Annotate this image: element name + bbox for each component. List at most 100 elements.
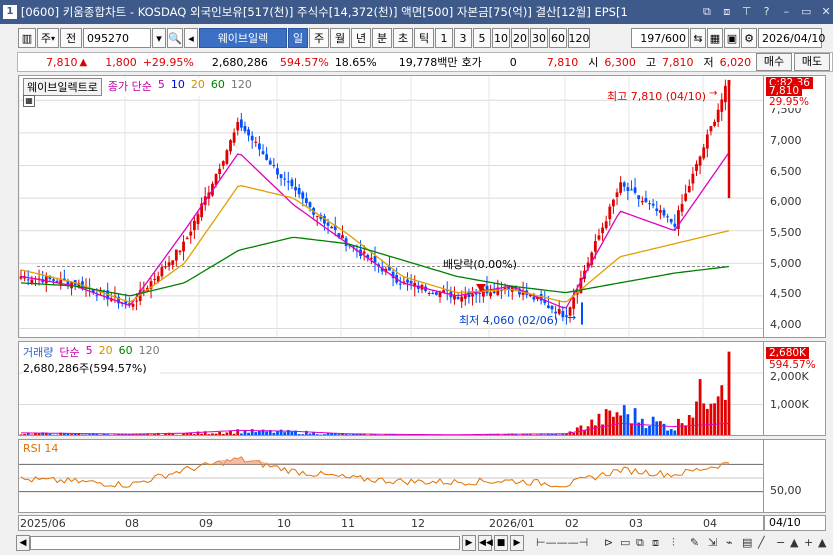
stock-name-button[interactable]: 웨이브일렉 [199,28,287,48]
rsi-panel[interactable]: RSI 14 [18,439,764,513]
rewind-icon[interactable]: ◀◀ [478,535,493,551]
date-input[interactable]: 2026/04/10 [758,28,825,48]
candle-body [239,119,243,128]
minute-20[interactable]: 20 [511,28,529,48]
volume-bar [239,433,243,435]
help-icon[interactable]: ? [760,5,774,19]
candle-body [669,218,673,223]
candle-body [709,126,713,132]
zoom-out-icon[interactable]: − [776,536,785,549]
search-icon[interactable]: 🔍 [167,28,183,48]
candle-body [330,226,334,229]
volume-bar [413,435,416,436]
zoom-in-icon[interactable]: + [804,536,813,549]
scroll-right-icon[interactable]: ▶ [462,535,476,551]
candle-body [597,235,601,240]
marker-icon[interactable]: ⊳ [604,536,613,549]
layout-icon[interactable]: ▥ [18,28,36,48]
period-month[interactable]: 월 [330,28,350,48]
grid-icon[interactable]: ▦ [707,28,723,48]
save-icon[interactable]: ▣ [724,28,740,48]
x-axis: 2025/06 08 09 10 11 12 2026/01 02 03 04 [18,515,764,531]
price-panel[interactable]: 웨이브일렉트로 종가 단순 5 10 20 60 120 ▦ 최고 7,810 … [18,75,764,338]
drag-handle-icon[interactable]: ⊢———⊣ [536,536,588,549]
toolbar: ▥ 주 ▾ 전 095270 ▾ 🔍 ◂ 웨이브일렉 일 주 월 년 분 초 틱 … [0,27,833,49]
play-icon[interactable]: ▶ [510,535,524,551]
item-type-select[interactable]: 주 ▾ [37,28,59,48]
link-chart-icon[interactable]: ⧈ [652,536,659,550]
copy-icon[interactable]: ⧉ [700,5,714,19]
volume-bar [406,435,409,436]
prev-stock-icon[interactable]: ◂ [184,28,198,48]
scroll-up-icon[interactable]: ▲ [790,536,798,549]
candle-body [135,300,138,302]
copy-chart-icon[interactable]: ⧉ [636,536,644,550]
bottom-bar: ◀ ▶ ◀◀ ■ ▶ ⊢———⊣ ⊳ ▭ ⧉ ⧈ ⫶ ✎ ⇲ ⌁ ▤ ╱ − ▲… [0,533,833,553]
candle-body [561,311,565,318]
candle-body [658,210,662,213]
candle-body [232,132,236,143]
candle-body [268,160,272,165]
period-year[interactable]: 년 [351,28,371,48]
volume-bar [500,435,503,436]
minute-10[interactable]: 10 [492,28,510,48]
close-icon[interactable]: ✕ [819,5,833,19]
candle-body [221,161,225,166]
settings-icon[interactable]: ⚙ [741,28,757,48]
link-icon[interactable]: ⧈ [720,5,734,19]
volume-ma-label: 단순 [59,346,80,359]
period-day[interactable]: 일 [288,28,308,48]
volume-bar [243,430,247,435]
volume-bar [192,434,196,435]
candle-body [485,285,489,294]
pencil-icon[interactable]: ✎ [690,536,699,549]
period-second[interactable]: 초 [393,28,413,48]
minute-3[interactable]: 3 [454,28,472,48]
candle-body [243,126,247,132]
zoom-icon[interactable]: ⇆ [690,28,706,48]
period-minute[interactable]: 분 [372,28,392,48]
table-toggle-icon[interactable]: ▦ [23,95,35,107]
stock-code-input[interactable]: 095270 [83,28,151,48]
tool-icon[interactable]: ⫶ [672,536,675,550]
line-tool-icon[interactable]: ╱ [758,536,765,549]
restore-icon[interactable]: ▭ [799,5,813,19]
stop-icon[interactable]: ■ [494,535,508,551]
minute-60[interactable]: 60 [549,28,567,48]
vol-ratio-value: 594.57% [279,55,329,69]
range-input[interactable]: 197/600 [631,28,689,48]
minimize-icon[interactable]: – [779,5,793,19]
open-label: 시 [588,56,599,69]
price-axis: 7,500 7,000 6,500 6,000 5,500 5,000 4,50… [764,75,826,338]
candle-body [279,174,283,179]
candle-body [398,283,402,285]
volume-bar [713,403,716,435]
window-icon[interactable]: ▭ [620,536,630,549]
drag-icon[interactable]: ⇲ [708,536,717,549]
scrollbar[interactable] [30,536,460,550]
pin-icon[interactable]: ⊤ [740,5,754,19]
layers-icon[interactable]: ▤ [742,536,752,549]
draw-icon[interactable]: ⌁ [726,536,733,549]
minute-120[interactable]: 120 [568,28,590,48]
volume-bar [211,433,214,435]
period-week[interactable]: 주 [309,28,329,48]
jeon-button[interactable]: 전 [60,28,82,48]
scroll-left-icon[interactable]: ◀ [16,535,30,551]
price-tick: 4,000 [770,318,802,331]
candle-body [615,192,619,197]
volume-bar [99,434,102,435]
minute-5[interactable]: 5 [473,28,491,48]
low-arrow-icon: → [567,311,577,324]
zoom-fit-icon[interactable]: ▲ [818,536,826,549]
volume-bar [272,432,276,435]
sell-button[interactable]: 매도 [794,53,830,71]
candle-body [294,186,297,191]
period-tick[interactable]: 틱 [414,28,434,48]
volume-panel[interactable]: 거래량 단순 5 20 60 120 2,680,286주(594.57%) [18,341,764,436]
minute-30[interactable]: 30 [530,28,548,48]
minute-1[interactable]: 1 [435,28,453,48]
candle-body [258,143,261,150]
buy-button[interactable]: 매수 [756,53,792,71]
code-dropdown-icon[interactable]: ▾ [152,28,166,48]
